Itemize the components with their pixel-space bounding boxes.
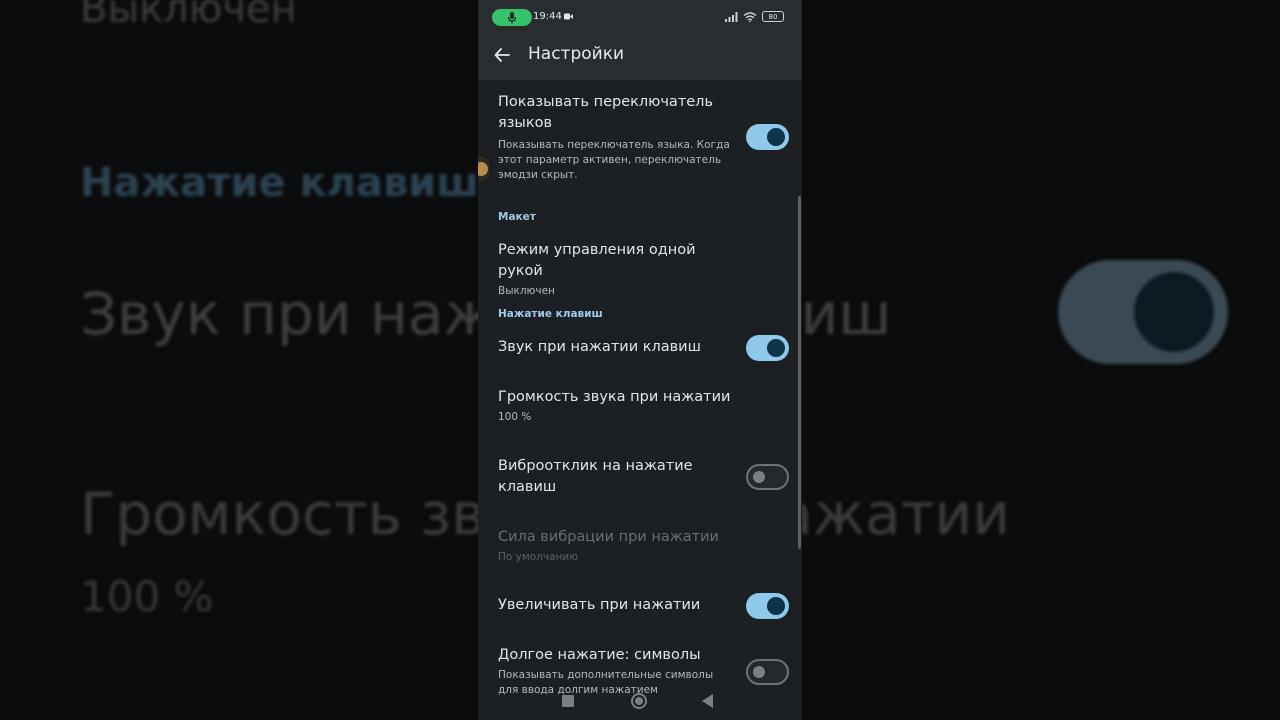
toggle-knob (753, 471, 765, 483)
recents-icon[interactable] (562, 695, 574, 707)
setting-summary: 100 % (498, 411, 532, 423)
toggle-knob (767, 128, 785, 146)
setting-title: Увеличивать при нажатии (498, 597, 701, 613)
setting-title: Звук при нажатии клавиш (498, 339, 701, 355)
back-nav-icon[interactable] (702, 694, 713, 708)
toggle-knob (753, 666, 765, 678)
setting-vibration-strength: Сила вибрации при нажатии По умолчанию (498, 527, 734, 565)
navigation-bar (478, 684, 802, 720)
battery-level: 80 (768, 12, 778, 21)
setting-popup-on-press[interactable]: Увеличивать при нажатии (498, 595, 734, 616)
home-icon[interactable] (631, 693, 647, 709)
section-header-keypress: Нажатие клавиш (498, 308, 603, 320)
bg-text-volume-value: 100 % (80, 572, 214, 621)
status-icons: 80 (725, 11, 784, 22)
back-arrow-icon[interactable] (492, 45, 512, 65)
signal-icon (725, 11, 738, 22)
setting-summary: Выключен (498, 285, 555, 297)
video-frame: Выключен Нажатие клавиш Звук при нажатии… (0, 0, 1280, 720)
setting-show-language-switch[interactable]: Показывать переключатель языков Показыва… (498, 92, 734, 183)
setting-vibration[interactable]: Виброотклик на нажатие клавиш (498, 456, 734, 498)
setting-title: Сила вибрации при нажатии (498, 529, 719, 545)
setting-one-hand-mode[interactable]: Режим управления одной рукой Выключен (498, 240, 734, 299)
setting-sound-volume[interactable]: Громкость звука при нажатии 100 % (498, 387, 734, 425)
phone-screen: 19:44 80 Настройки Показывать переключат… (478, 0, 802, 720)
page-title: Настройки (528, 44, 625, 64)
setting-title: Громкость звука при нажатии (498, 389, 731, 405)
toggle-knob (767, 597, 785, 615)
app-bar: Настройки (478, 34, 802, 80)
scrollbar[interactable] (798, 196, 801, 549)
setting-title: Долгое нажатие: символы (498, 647, 701, 663)
long-press-symbols-toggle[interactable] (746, 659, 789, 685)
toggle-knob (767, 339, 785, 357)
setting-title: Показывать переключатель языков (498, 94, 714, 131)
settings-list: Показывать переключатель языков Показыва… (478, 80, 802, 700)
status-bar: 19:44 80 (478, 0, 802, 34)
key-sound-toggle[interactable] (746, 335, 789, 361)
battery-icon: 80 (762, 11, 784, 22)
setting-key-sound[interactable]: Звук при нажатии клавиш (498, 337, 734, 358)
language-switch-toggle[interactable] (746, 124, 789, 150)
setting-summary: Показывать переключатель языка. Когда эт… (498, 139, 730, 181)
screen-record-icon (564, 13, 573, 20)
mic-in-use-indicator (492, 9, 532, 26)
vibration-toggle[interactable] (746, 464, 789, 490)
microphone-icon (507, 11, 517, 23)
bg-toggle (1058, 260, 1228, 364)
section-header-layout: Макет (498, 211, 536, 223)
bg-text-section: Нажатие клавиш (80, 160, 479, 206)
popup-on-press-toggle[interactable] (746, 593, 789, 619)
setting-title: Виброотклик на нажатие клавиш (498, 458, 693, 495)
status-time: 19:44 (533, 11, 562, 22)
bg-text-off: Выключен (80, 0, 297, 32)
setting-title: Режим управления одной рукой (498, 242, 696, 279)
wifi-icon (743, 11, 757, 22)
bg-toggle-knob (1134, 272, 1214, 352)
setting-summary: По умолчанию (498, 551, 579, 563)
